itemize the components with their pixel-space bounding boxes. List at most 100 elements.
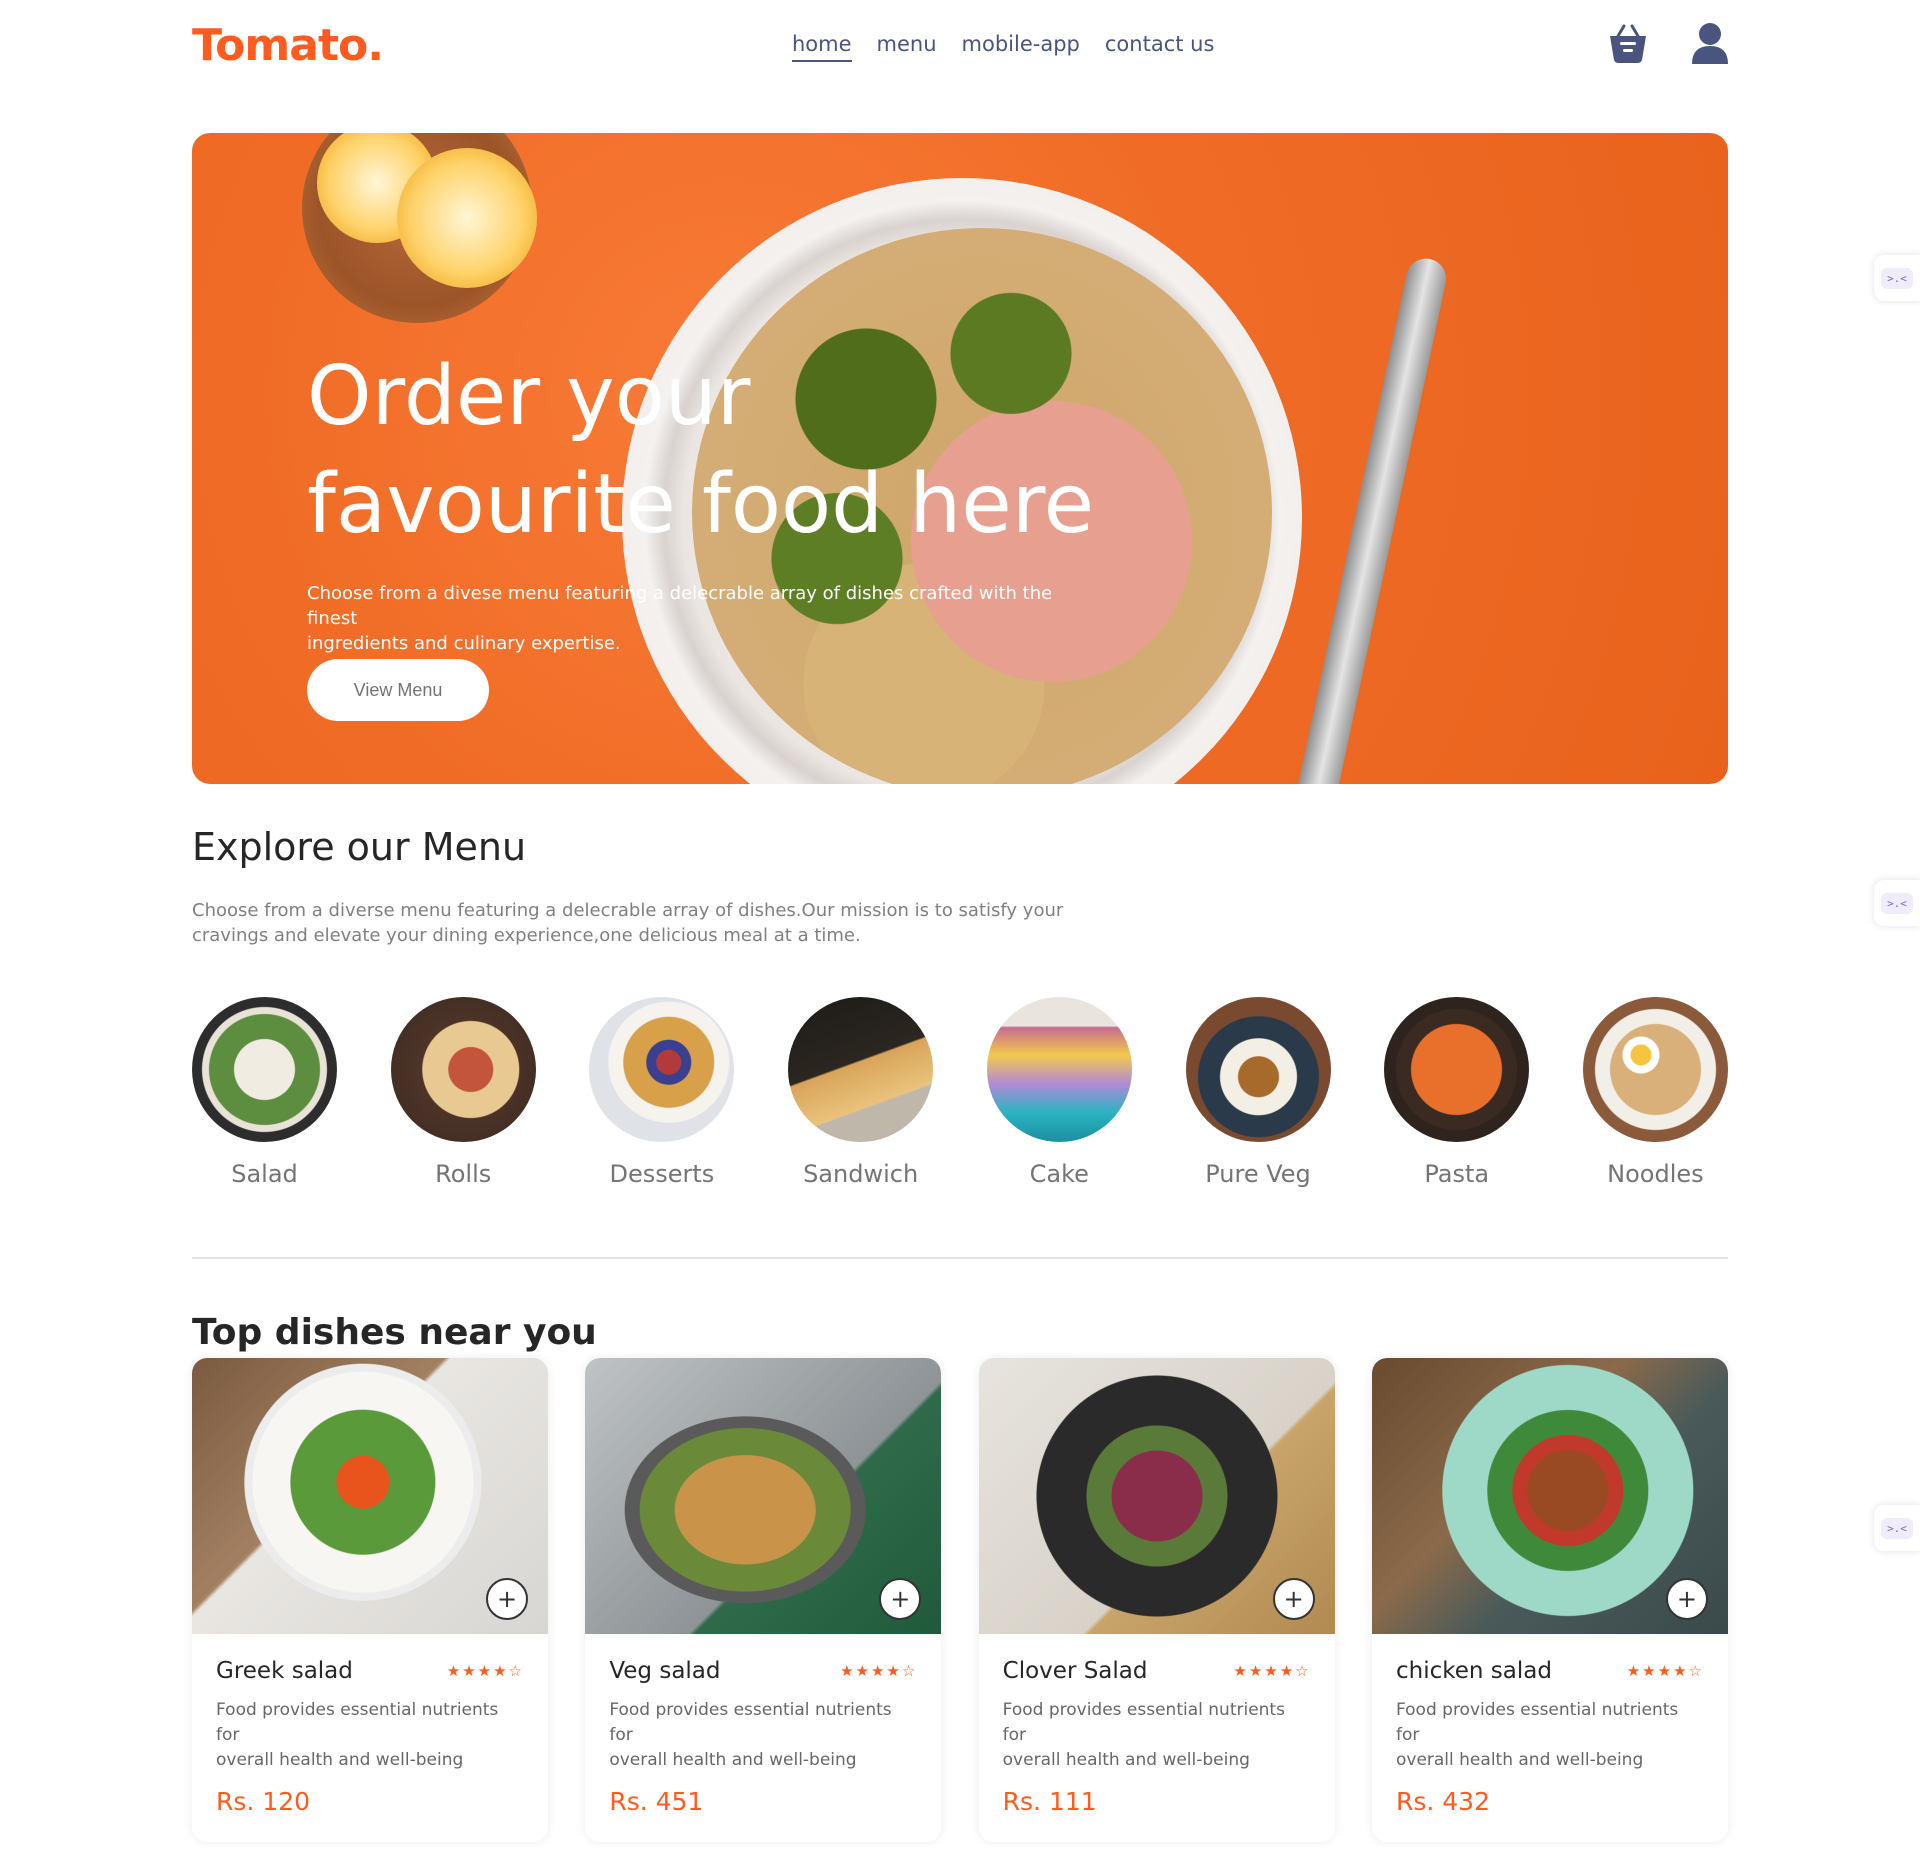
menu-category-label: Salad [231,1160,298,1188]
side-widget-button[interactable]: >.< [1874,880,1920,926]
dish-info: Clover Salad ★★★★☆ Food provides essenti… [979,1634,1335,1816]
dish-card-chicken-salad[interactable]: + chicken salad ★★★★☆ Food provides esse… [1371,1358,1728,1842]
menu-category-desserts[interactable]: Desserts [589,997,735,1188]
add-to-cart-button[interactable]: + [1272,1578,1315,1620]
explore-description-line: cravings and elevate your dining experie… [192,925,861,946]
dish-name-row: Veg salad ★★★★☆ [609,1658,917,1684]
menu-category-pasta[interactable]: Pasta [1384,997,1530,1188]
add-to-cart-button[interactable]: + [486,1578,528,1620]
basket-icon[interactable] [1606,22,1650,66]
rolls-image [390,997,536,1142]
add-to-cart-button[interactable]: + [879,1578,922,1620]
side-widget-icon: >.< [1881,1517,1913,1539]
dish-name: Veg salad [609,1658,721,1684]
menu-category-sandwich[interactable]: Sandwich [788,997,934,1188]
dish-price: Rs. 120 [216,1787,311,1816]
menu-category-label: Sandwich [803,1160,919,1188]
dish-card-veg-salad[interactable]: + Veg salad ★★★★☆ Food provides essentia… [585,1358,942,1842]
dish-description-line: Food provides essential nutrients for [1002,1700,1285,1745]
clover-salad-image: + [978,1358,1335,1634]
menu-category-label: Pure Veg [1205,1160,1311,1188]
dish-card-greek-salad[interactable]: + Greek salad ★★★★☆ Food provides essent… [192,1358,548,1842]
side-widget-button[interactable]: >.< [1874,1505,1920,1551]
menu-category-label: Noodles [1607,1160,1704,1188]
pure-veg-image [1185,997,1331,1142]
menu-category-pure-veg[interactable]: Pure Veg [1185,997,1331,1188]
desserts-image [589,997,735,1142]
dish-description: Food provides essential nutrients for ov… [1003,1698,1311,1773]
dish-info: chicken salad ★★★★☆ Food provides essent… [1372,1634,1728,1816]
dish-info: Veg salad ★★★★☆ Food provides essential … [585,1634,941,1816]
explore-description-line: Choose from a diverse menu featuring a d… [192,900,1064,921]
hero-description-line: Choose from a divese menu featuring a de… [307,583,1053,629]
hero-title-line: favourite food here [307,457,1095,552]
view-menu-button[interactable]: View Menu [307,659,489,721]
dish-description-line: overall health and well-being [1395,1750,1644,1770]
side-widget-icon: >.< [1881,892,1913,914]
dish-description-line: Food provides essential nutrients for [609,1700,892,1745]
hero-fork-image [1294,254,1450,784]
hero-title-line: Order your [307,349,751,444]
dish-description: Food provides essential nutrients for ov… [216,1698,524,1773]
explore-menu-description: Choose from a diverse menu featuring a d… [192,898,1072,948]
salad-image [192,997,337,1142]
nav-link-mobile-app[interactable]: mobile-app [962,32,1080,62]
dish-description-line: overall health and well-being [609,1750,857,1770]
dish-name: Clover Salad [1002,1658,1148,1684]
hero-description-line: ingredients and culinary expertise. [307,633,621,654]
menu-category-cake[interactable]: Cake [986,997,1132,1188]
hero-lemon-slice [397,148,537,288]
menu-category-label: Pasta [1424,1160,1490,1188]
dish-price: Rs. 111 [1002,1787,1097,1816]
dish-price: Rs. 451 [609,1787,704,1816]
pasta-image [1384,997,1530,1142]
top-dishes-title: Top dishes near you [192,1312,597,1353]
dish-name-row: chicken salad ★★★★☆ [1396,1658,1704,1684]
add-to-cart-button[interactable]: + [1665,1578,1708,1620]
nav-link-menu[interactable]: menu [877,32,937,62]
menu-category-salad[interactable]: Salad [192,997,337,1188]
hero-banner: Order your favourite food here Choose fr… [192,133,1728,784]
greek-salad-image: + [192,1358,548,1634]
hero-description: Choose from a divese menu featuring a de… [307,581,1107,656]
side-widget-icon: >.< [1881,267,1913,289]
nav-link-contact-us[interactable]: contact us [1105,32,1215,62]
dish-description: Food provides essential nutrients for ov… [1396,1698,1704,1773]
rating-stars-icon: ★★★★☆ [1233,1662,1311,1680]
logo[interactable]: Tomato. [192,20,384,71]
rating-stars-icon: ★★★★☆ [446,1662,524,1680]
dish-name: chicken salad [1395,1658,1552,1684]
menu-category-rolls[interactable]: Rolls [390,997,536,1188]
navbar: Tomato. home menu mobile-app contact us [192,0,1728,92]
explore-menu-title: Explore our Menu [192,825,527,869]
profile-icon[interactable] [1690,22,1730,66]
rating-stars-icon: ★★★★☆ [840,1662,918,1680]
dish-description-line: overall health and well-being [1002,1750,1250,1770]
dish-description-line: Food provides essential nutrients for [216,1700,499,1745]
noodles-image [1582,997,1728,1142]
section-divider [192,1257,1728,1259]
menu-category-noodles[interactable]: Noodles [1582,997,1728,1188]
dish-price: Rs. 432 [1395,1787,1490,1816]
side-widget-button[interactable]: >.< [1874,255,1920,301]
rating-stars-icon: ★★★★☆ [1626,1662,1704,1680]
sandwich-image [788,997,934,1142]
dish-description: Food provides essential nutrients for ov… [609,1698,917,1773]
hero-title: Order your favourite food here [307,343,1207,559]
menu-category-label: Rolls [435,1160,492,1188]
nav-links: home menu mobile-app contact us [792,32,1214,62]
nav-link-home[interactable]: home [792,32,852,62]
dish-list: + Greek salad ★★★★☆ Food provides essent… [192,1358,1728,1842]
dish-name-row: Greek salad ★★★★☆ [216,1658,524,1684]
dish-card-clover-salad[interactable]: + Clover Salad ★★★★☆ Food provides essen… [978,1358,1335,1842]
menu-category-label: Desserts [609,1160,715,1188]
dish-name-row: Clover Salad ★★★★☆ [1003,1658,1311,1684]
dish-info: Greek salad ★★★★☆ Food provides essentia… [192,1634,548,1816]
menu-category-list: Salad Rolls Desserts Sandwich Cake Pure … [192,997,1728,1188]
veg-salad-image: + [585,1358,942,1634]
dish-name: Greek salad [216,1658,353,1684]
dish-description-line: Food provides essential nutrients for [1395,1700,1679,1745]
chicken-salad-image: + [1371,1358,1728,1634]
menu-category-label: Cake [1029,1160,1089,1188]
dish-description-line: overall health and well-being [216,1750,464,1770]
